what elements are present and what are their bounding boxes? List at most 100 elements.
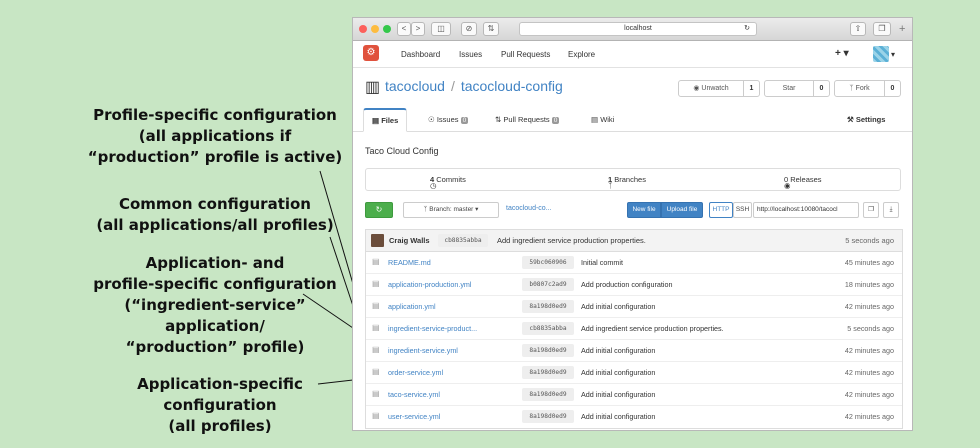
maximize-dot[interactable]	[383, 25, 391, 33]
address-bar[interactable]: localhost ↻	[519, 22, 757, 36]
fork-button[interactable]: ᛉ Fork 0	[834, 80, 901, 97]
file-commit-message[interactable]: Add initial configuration	[581, 346, 655, 355]
file-commit-age: 42 minutes ago	[844, 302, 894, 311]
file-icon: ▤	[372, 367, 380, 376]
file-row: ▤ ingredient-service.yml 8a198d0ed9 Add ini…	[366, 340, 902, 362]
releases-stat[interactable]: ◉ 0 Releases	[784, 175, 822, 190]
file-name-link[interactable]: ingredient-service-product...	[388, 324, 477, 333]
share-icon[interactable]: ⇧	[850, 22, 866, 36]
new-file-button[interactable]: New file	[627, 202, 661, 218]
file-name-link[interactable]: ingredient-service.yml	[388, 346, 458, 355]
file-commit-message[interactable]: Add initial configuration	[581, 302, 655, 311]
author-avatar[interactable]	[371, 234, 384, 247]
breadcrumb-path[interactable]: tacocloud-co...	[506, 205, 552, 212]
forward-button[interactable]: >	[411, 22, 425, 36]
wiki-icon: ▤	[591, 115, 599, 124]
tab-wiki[interactable]: ▤ Wiki	[591, 108, 614, 132]
tab-settings[interactable]: ⚒ Settings	[847, 108, 885, 132]
file-name-link[interactable]: order-service.yml	[388, 368, 443, 377]
file-commit-sha[interactable]: 8a198d0ed9	[522, 344, 574, 357]
avatar-caret-icon[interactable]: ▾	[891, 50, 895, 59]
pull-request-icon: ⇅	[495, 115, 502, 124]
file-commit-sha[interactable]: 59bc060906	[522, 256, 574, 269]
file-icon: ▤	[372, 301, 380, 310]
branch-icon: ᛉ	[423, 206, 428, 213]
commit-age: 5 seconds ago	[845, 236, 894, 245]
branches-label: Branches	[614, 175, 646, 184]
file-commit-age: 42 minutes ago	[844, 368, 894, 377]
repo-owner-link[interactable]: tacocloud	[385, 78, 445, 94]
file-commit-sha[interactable]: b0807c2ad9	[522, 278, 574, 291]
copy-icon[interactable]: ❐	[863, 202, 879, 218]
tab-files[interactable]: ▤ Files	[363, 108, 408, 132]
file-commit-message[interactable]: Add initial configuration	[581, 412, 655, 421]
file-commit-message[interactable]: Add ingredient service production proper…	[581, 324, 724, 333]
nav-issues[interactable]: Issues	[459, 50, 482, 59]
file-commit-message[interactable]: Initial commit	[581, 258, 623, 267]
repo-tabs: ▤ Files ☉ Issues 0 ⇅ Pull Requests 0 ▤ W…	[353, 108, 912, 132]
gogs-logo-icon[interactable]: ⚙	[363, 45, 379, 61]
file-commit-message[interactable]: Add initial configuration	[581, 390, 655, 399]
repo-description: Taco Cloud Config	[365, 146, 439, 156]
file-commit-sha[interactable]: cb8835abba	[522, 322, 574, 335]
tab-pull-requests[interactable]: ⇅ Pull Requests 0	[495, 108, 560, 132]
star-button[interactable]: Star 0	[764, 80, 830, 97]
repo-name-link[interactable]: tacocloud-config	[461, 78, 563, 94]
unwatch-button[interactable]: ◉ Unwatch 1	[678, 80, 760, 97]
file-name-link[interactable]: taco-service.yml	[388, 390, 440, 399]
commit-author[interactable]: Craig Walls	[389, 236, 430, 245]
pulls-count-badge: 0	[551, 117, 560, 124]
annotation-line: (all applications if	[138, 127, 292, 145]
commits-label: Commits	[436, 175, 466, 184]
top-nav: ⚙ Dashboard Issues Pull Requests Explore…	[353, 41, 912, 68]
fork-label: Fork	[855, 85, 870, 92]
file-commit-age: 42 minutes ago	[844, 390, 894, 399]
commits-stat[interactable]: ◷ 4 Commits	[430, 175, 466, 190]
branch-value: master	[453, 206, 474, 213]
url-text: localhost	[624, 25, 652, 32]
file-name-link[interactable]: user-service.yml	[388, 412, 440, 421]
new-tab-icon[interactable]: +	[899, 23, 905, 35]
create-new-menu[interactable]: + ▾	[835, 48, 849, 59]
unwatch-count: 1	[743, 81, 759, 96]
minimize-dot[interactable]	[371, 25, 379, 33]
ssh-clone-button[interactable]: SSH	[733, 202, 752, 218]
tab-wiki-label: Wiki	[600, 115, 615, 124]
privacy-icon[interactable]: ⊘	[461, 22, 477, 36]
download-icon[interactable]: ⤓	[883, 202, 899, 218]
nav-pull-requests[interactable]: Pull Requests	[501, 50, 550, 59]
file-commit-sha[interactable]: 8a198d0ed9	[522, 410, 574, 423]
repo-title: tacocloud / tacocloud-config	[385, 78, 563, 94]
nav-explore[interactable]: Explore	[568, 50, 595, 59]
file-commit-sha[interactable]: 8a198d0ed9	[522, 366, 574, 379]
branch-dropdown[interactable]: ᛉ Branch: master ▾	[403, 202, 499, 218]
file-name-link[interactable]: application.yml	[388, 302, 436, 311]
file-name-link[interactable]: application-production.yml	[388, 280, 472, 289]
clone-url-input[interactable]: http://localhost:10080/tacocl	[753, 202, 859, 218]
commit-message: Add ingredient service production proper…	[497, 236, 646, 245]
commit-sha[interactable]: cb8835abba	[438, 234, 488, 247]
branches-stat[interactable]: ᛉ 1 Branches	[608, 175, 646, 190]
reload-icon[interactable]: ↻	[744, 23, 750, 35]
tab-issues[interactable]: ☉ Issues 0	[428, 108, 469, 132]
nav-dashboard[interactable]: Dashboard	[401, 50, 440, 59]
file-icon: ▤	[372, 279, 380, 288]
file-commit-message[interactable]: Add initial configuration	[581, 368, 655, 377]
file-commit-age: 42 minutes ago	[844, 412, 894, 421]
sidebar-toggle-icon[interactable]: ◫	[431, 22, 451, 36]
file-commit-sha[interactable]: 8a198d0ed9	[522, 388, 574, 401]
fullscreen-icon[interactable]: ⇅	[483, 22, 499, 36]
file-name-link[interactable]: README.md	[388, 258, 431, 267]
tabs-icon[interactable]: ❐	[873, 22, 891, 36]
file-commit-message[interactable]: Add production configuration	[581, 280, 673, 289]
avatar[interactable]	[873, 46, 889, 62]
upload-file-button[interactable]: Upload file	[661, 202, 703, 218]
file-row: ▤ order-service.yml 8a198d0ed9 Add initial …	[366, 362, 902, 384]
compare-button[interactable]: ↻	[365, 202, 393, 218]
browser-chrome: < > ◫ ⊘ ⇅ localhost ↻ ⇧ ❐ +	[353, 18, 912, 41]
file-commit-sha[interactable]: 8a198d0ed9	[522, 300, 574, 313]
settings-icon: ⚒	[847, 115, 854, 124]
back-button[interactable]: <	[397, 22, 411, 36]
close-dot[interactable]	[359, 25, 367, 33]
http-clone-button[interactable]: HTTP	[709, 202, 733, 218]
